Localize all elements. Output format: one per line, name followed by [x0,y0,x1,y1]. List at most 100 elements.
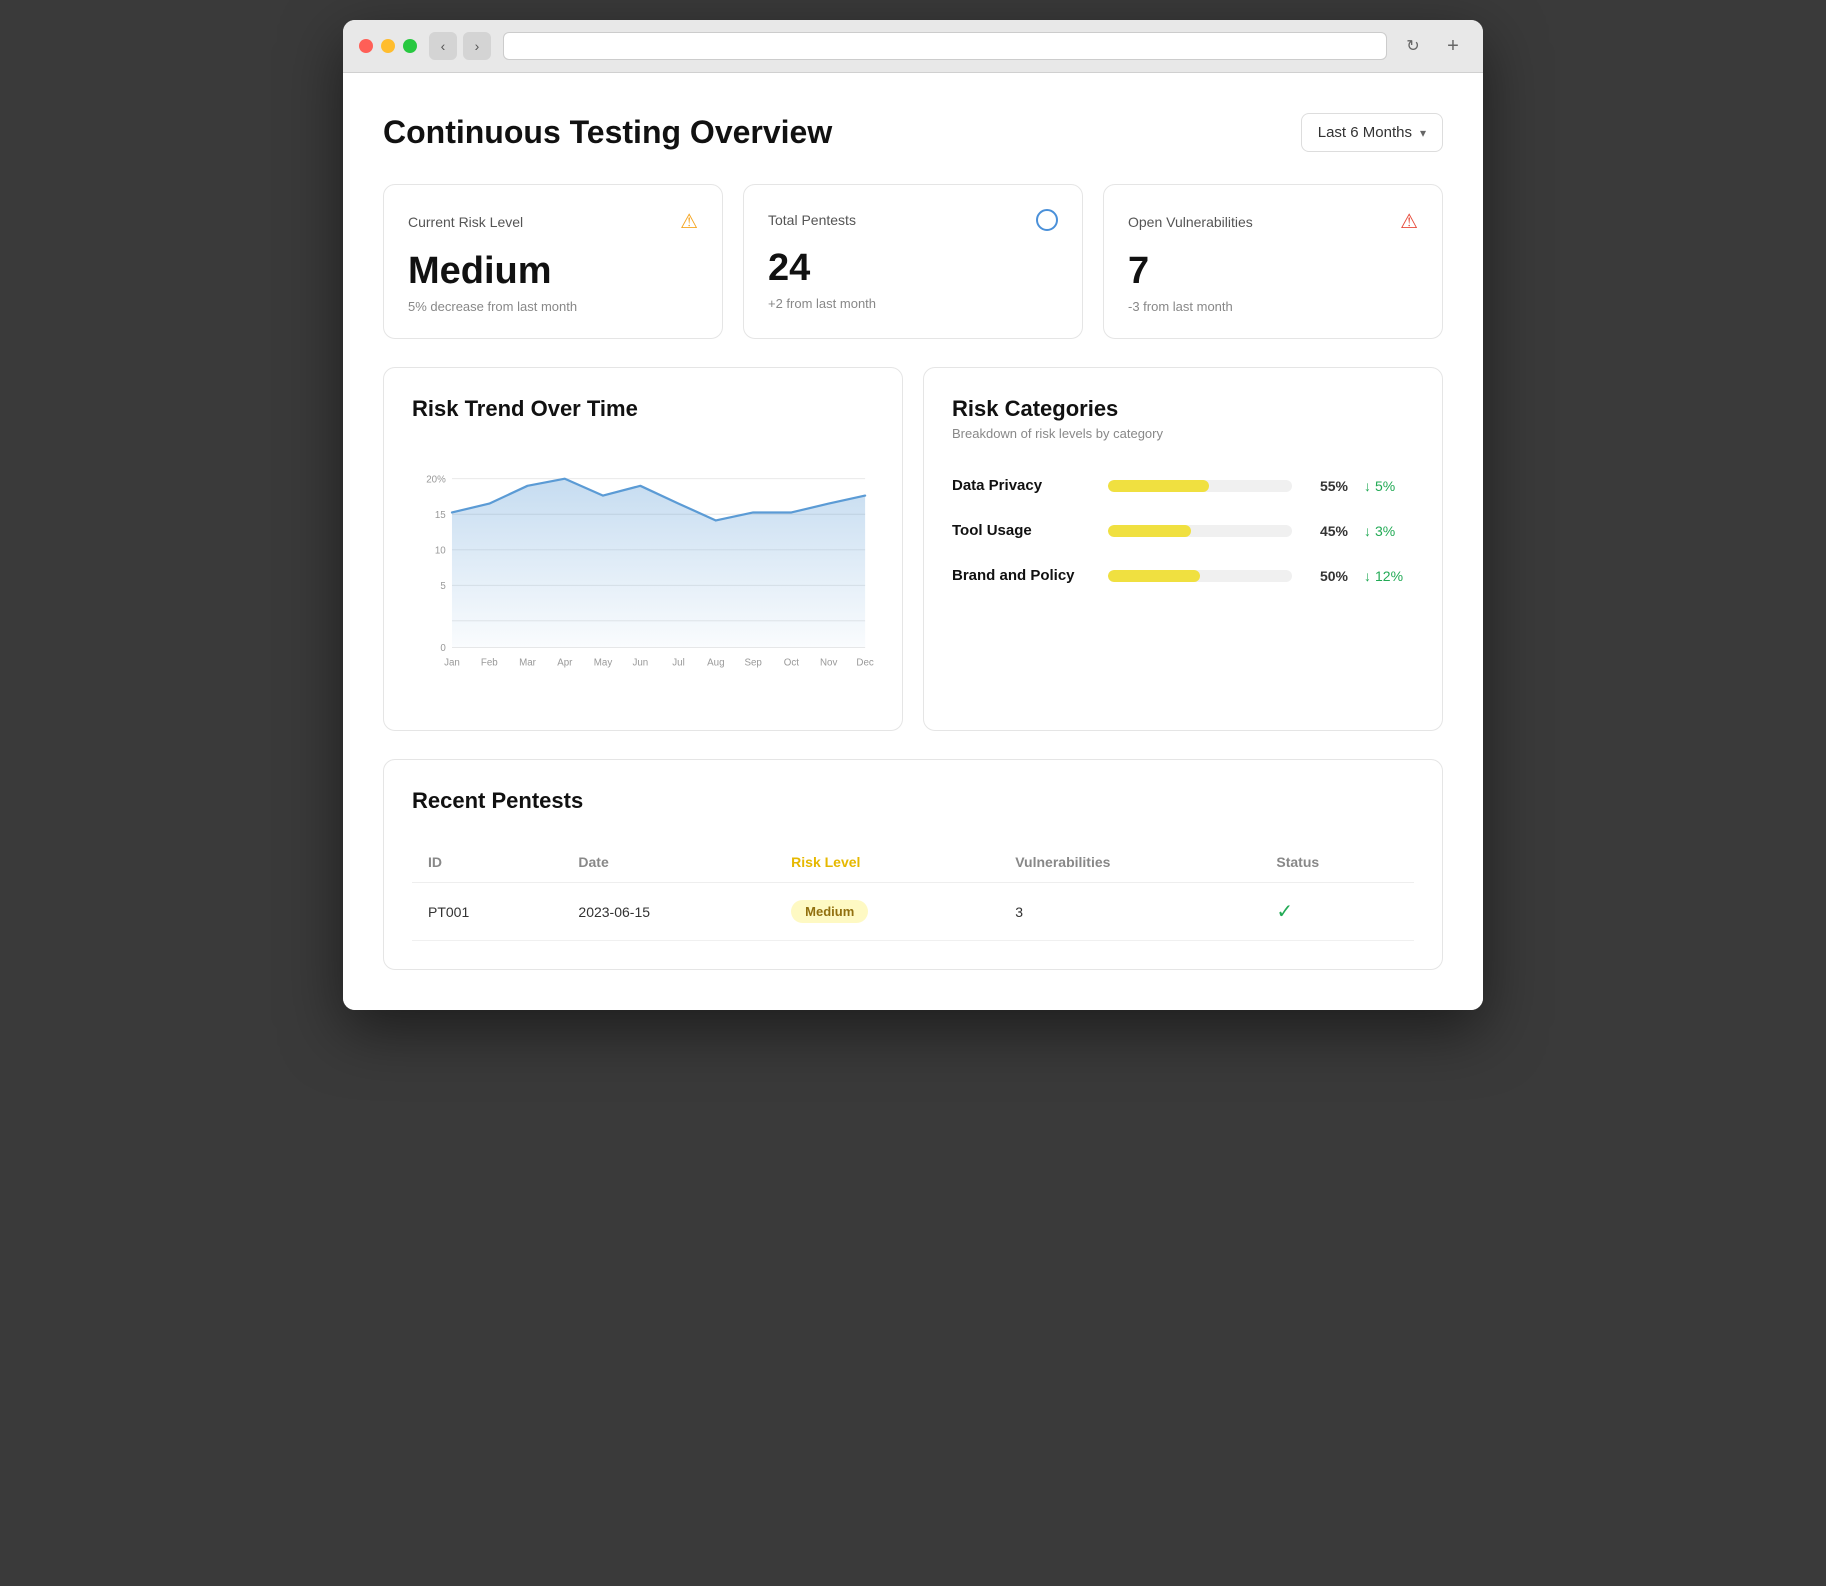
svg-text:Jul: Jul [672,657,684,668]
total-pentests-subtitle: +2 from last month [768,296,1058,311]
status-complete-icon: ✓ [1276,901,1293,923]
arrow-down-icon: ↓ [1364,478,1371,494]
svg-text:Aug: Aug [707,657,724,668]
danger-icon: ⚠ [1400,209,1418,234]
browser-window: ‹ › ↻ + Continuous Testing Overview Last… [343,20,1483,1010]
category-change: ↓ 12% [1364,568,1414,584]
table-header-row: ID Date Risk Level Vulnerabilities Statu… [412,842,1414,883]
card-header: Current Risk Level ⚠ [408,209,698,234]
risk-categories-card: Risk Categories Breakdown of risk levels… [923,367,1443,731]
svg-text:Sep: Sep [744,657,762,668]
minimize-button[interactable] [381,39,395,53]
maximize-button[interactable] [403,39,417,53]
open-vuln-subtitle: -3 from last month [1128,299,1418,314]
category-row-tool-usage: Tool Usage 45% ↓ 3% [952,522,1414,539]
col-status: Status [1260,842,1414,883]
category-bar [1108,525,1191,537]
category-bar-container [1108,480,1292,492]
chevron-down-icon: ▾ [1420,126,1426,140]
svg-text:Apr: Apr [557,657,573,668]
category-percent: 45% [1308,523,1348,539]
arrow-down-icon: ↓ [1364,568,1371,584]
svg-text:Jun: Jun [632,657,648,668]
row-status: ✓ [1260,883,1414,941]
page-title: Continuous Testing Overview [383,114,832,151]
category-percent: 55% [1308,478,1348,494]
svg-text:Oct: Oct [784,657,799,668]
change-value: 12% [1375,568,1403,584]
address-bar[interactable] [503,32,1387,60]
svg-text:Feb: Feb [481,657,498,668]
svg-text:0: 0 [440,643,446,654]
category-bar [1108,480,1209,492]
svg-text:Jan: Jan [444,657,460,668]
risk-trend-chart: 20% 15 10 5 0 [412,442,874,702]
svg-text:May: May [594,657,613,668]
close-button[interactable] [359,39,373,53]
row-risk-level: Medium [775,883,999,941]
pentests-table: ID Date Risk Level Vulnerabilities Statu… [412,842,1414,941]
risk-badge: Medium [791,900,868,923]
category-row-brand-policy: Brand and Policy 50% ↓ 12% [952,567,1414,584]
card-header: Total Pentests [768,209,1058,231]
svg-text:5: 5 [440,581,446,592]
categories-subtitle: Breakdown of risk levels by category [952,426,1414,441]
col-date: Date [562,842,775,883]
category-name: Data Privacy [952,477,1092,494]
category-name: Tool Usage [952,522,1092,539]
total-pentests-label: Total Pentests [768,212,856,228]
circle-icon [1036,209,1058,231]
svg-text:20%: 20% [426,474,446,485]
row-id: PT001 [412,883,562,941]
back-button[interactable]: ‹ [429,32,457,60]
browser-chrome: ‹ › ↻ + [343,20,1483,73]
traffic-lights [359,39,417,53]
pentests-title: Recent Pentests [412,788,1414,814]
forward-button[interactable]: › [463,32,491,60]
risk-level-value: Medium [408,250,698,293]
open-vuln-value: 7 [1128,250,1418,293]
svg-text:10: 10 [435,545,446,556]
warning-icon: ⚠ [680,209,698,234]
category-bar-container [1108,570,1292,582]
svg-text:Nov: Nov [820,657,837,668]
category-bar-container [1108,525,1292,537]
change-value: 5% [1375,478,1395,494]
svg-text:Mar: Mar [519,657,537,668]
nav-buttons: ‹ › [429,32,491,60]
row-date: 2023-06-15 [562,883,775,941]
category-bar [1108,570,1200,582]
risk-level-card: Current Risk Level ⚠ Medium 5% decrease … [383,184,723,339]
card-header: Open Vulnerabilities ⚠ [1128,209,1418,234]
category-change: ↓ 3% [1364,523,1414,539]
row-vulnerabilities: 3 [999,883,1260,941]
category-change: ↓ 5% [1364,478,1414,494]
svg-text:15: 15 [435,510,446,521]
recent-pentests-card: Recent Pentests ID Date Risk Level Vulne… [383,759,1443,970]
category-name: Brand and Policy [952,567,1092,584]
open-vuln-label: Open Vulnerabilities [1128,214,1253,230]
table-row: PT001 2023-06-15 Medium 3 ✓ [412,883,1414,941]
time-filter-label: Last 6 Months [1318,124,1412,141]
col-id: ID [412,842,562,883]
middle-section: Risk Trend Over Time 20% 15 10 [383,367,1443,731]
page-content: Continuous Testing Overview Last 6 Month… [343,73,1483,1010]
risk-level-label: Current Risk Level [408,214,523,230]
time-filter-dropdown[interactable]: Last 6 Months ▾ [1301,113,1443,152]
category-row-data-privacy: Data Privacy 55% ↓ 5% [952,477,1414,494]
svg-text:Dec: Dec [856,657,873,668]
refresh-button[interactable]: ↻ [1399,32,1427,60]
risk-level-subtitle: 5% decrease from last month [408,299,698,314]
change-value: 3% [1375,523,1395,539]
risk-trend-card: Risk Trend Over Time 20% 15 10 [383,367,903,731]
category-percent: 50% [1308,568,1348,584]
total-pentests-card: Total Pentests 24 +2 from last month [743,184,1083,339]
col-vulns: Vulnerabilities [999,842,1260,883]
arrow-down-icon: ↓ [1364,523,1371,539]
new-tab-button[interactable]: + [1439,32,1467,60]
open-vuln-card: Open Vulnerabilities ⚠ 7 -3 from last mo… [1103,184,1443,339]
page-header: Continuous Testing Overview Last 6 Month… [383,113,1443,152]
chart-area: 20% 15 10 5 0 [412,442,874,702]
categories-title: Risk Categories [952,396,1414,422]
col-risk-level: Risk Level [775,842,999,883]
